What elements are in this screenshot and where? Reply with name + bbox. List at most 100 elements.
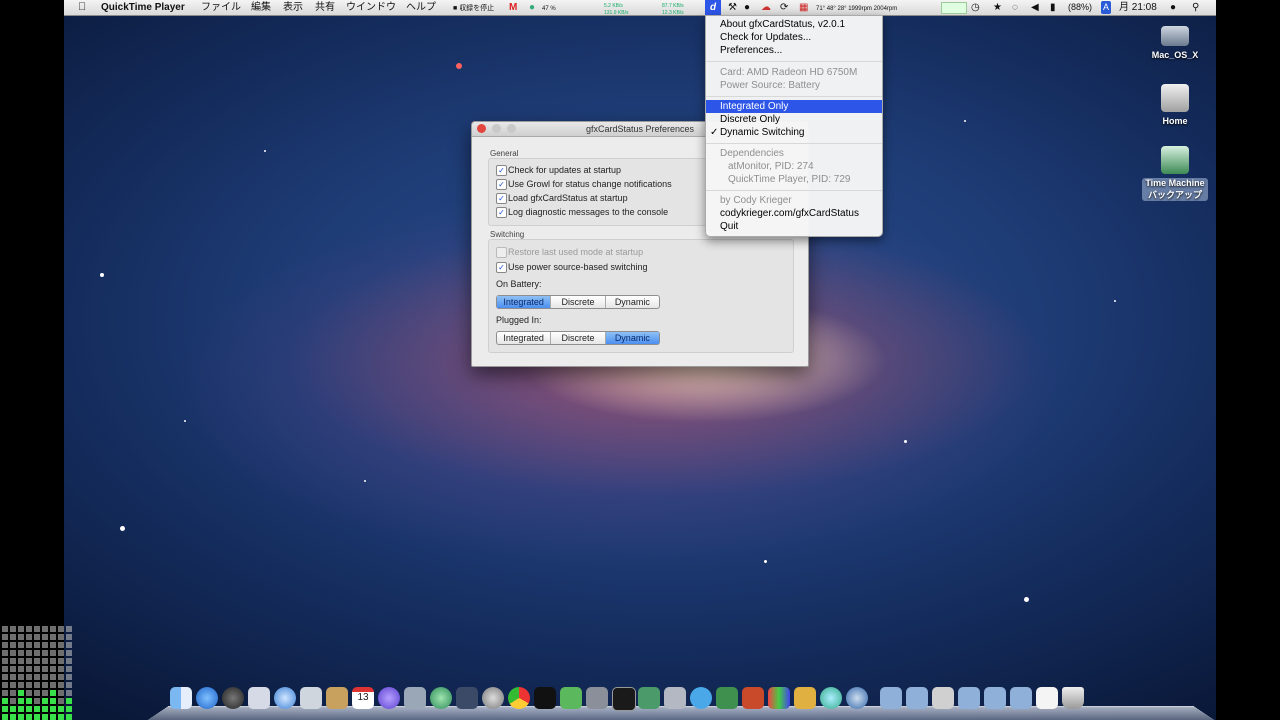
hard-drive-icon[interactable]: Mac_OS_X xyxy=(1140,26,1210,60)
menu-item-website[interactable]: codykrieger.com/gfxCardStatus xyxy=(706,207,882,220)
battery-discrete-segment[interactable]: Discrete xyxy=(551,296,606,308)
iphoto-icon[interactable] xyxy=(404,687,426,709)
menu-item-discrete-only[interactable]: Discrete Only xyxy=(706,113,882,126)
battery-integrated-segment[interactable]: Integrated xyxy=(497,296,552,308)
plugged-integrated-segment[interactable]: Integrated xyxy=(497,332,552,344)
menu-share[interactable]: 共有 xyxy=(315,1,335,14)
tool-icon[interactable]: ⚒ xyxy=(728,1,737,14)
menu-file[interactable]: ファイル xyxy=(201,1,241,14)
folder-downloads-icon[interactable] xyxy=(958,687,980,709)
input-method-icon[interactable]: A xyxy=(1101,1,1111,14)
ical-icon[interactable]: 13 xyxy=(352,687,374,709)
check-updates-checkbox[interactable]: ✓ xyxy=(496,165,507,176)
mission-control-icon[interactable] xyxy=(456,687,478,709)
desktop:  QuickTime Player ファイル 編集 表示 共有 ウインドウ ヘ… xyxy=(64,0,1216,720)
meter-segment xyxy=(66,642,72,648)
plugged-discrete-segment[interactable]: Discrete xyxy=(551,332,606,344)
stop-recording-item[interactable]: ■ 収録を停止 xyxy=(453,2,494,15)
menu-view[interactable]: 表示 xyxy=(283,1,303,14)
menu-item-about[interactable]: About gfxCardStatus, v2.0.1 xyxy=(706,18,882,31)
meter-segment xyxy=(66,650,72,656)
cloud-icon[interactable]: ☁ xyxy=(761,1,771,14)
activity-monitor-icon[interactable] xyxy=(534,687,556,709)
dashboard-icon[interactable] xyxy=(222,687,244,709)
star xyxy=(364,480,366,482)
activity-graph-icon[interactable] xyxy=(941,2,967,14)
network-icon[interactable] xyxy=(846,687,868,709)
system-preferences-icon[interactable] xyxy=(482,687,504,709)
menu-item-integrated-only[interactable]: Integrated Only xyxy=(706,100,882,113)
time-machine-backup-icon[interactable]: Time Machine バックアップ xyxy=(1140,146,1210,201)
time-machine-icon[interactable]: ◷ xyxy=(971,1,980,14)
refresh-icon[interactable]: ⟳ xyxy=(780,1,788,14)
folder-icon[interactable] xyxy=(1010,687,1032,709)
battery-icon[interactable]: ▮ xyxy=(1050,1,1056,14)
apple-menu-icon[interactable]:  xyxy=(78,1,86,14)
home-folder-icon[interactable]: Home xyxy=(1140,84,1210,126)
numbers-icon[interactable] xyxy=(716,687,738,709)
folder-icon[interactable] xyxy=(984,687,1006,709)
home-folder-label: Home xyxy=(1162,116,1188,126)
bluetooth-icon[interactable]: ★ xyxy=(993,1,1002,14)
utilities-icon[interactable] xyxy=(664,687,686,709)
meter-segment xyxy=(66,682,72,688)
menu-item-power-source-label: Power Source: Battery xyxy=(720,80,821,91)
cpu-readout[interactable]: 47 % xyxy=(542,3,556,16)
itunes-icon[interactable] xyxy=(430,687,452,709)
menu-item-card-info-label: Card: AMD Radeon HD 6750M xyxy=(720,67,858,78)
finder-icon[interactable] xyxy=(170,687,192,709)
menu-item-preferences[interactable]: Preferences... xyxy=(706,44,882,57)
user-icon[interactable]: ● xyxy=(1170,1,1176,14)
menu-help[interactable]: ヘルプ xyxy=(406,1,436,14)
photo-app-icon[interactable] xyxy=(378,687,400,709)
trash-icon[interactable] xyxy=(1062,687,1084,709)
keynote-icon[interactable] xyxy=(742,687,764,709)
menu-item-quit[interactable]: Quit xyxy=(706,220,882,233)
clock[interactable]: 月 21:08 xyxy=(1119,1,1157,14)
address-book-icon[interactable] xyxy=(326,687,348,709)
load-at-startup-checkbox[interactable]: ✓ xyxy=(496,193,507,204)
home-icon[interactable] xyxy=(932,687,954,709)
power-switching-checkbox[interactable]: ✓ xyxy=(496,262,507,273)
camera-icon[interactable] xyxy=(586,687,608,709)
chrome-icon[interactable] xyxy=(508,687,530,709)
menu-window[interactable]: ウインドウ xyxy=(346,1,396,14)
use-growl-label: Use Growl for status change notification… xyxy=(508,179,672,189)
load-at-startup-label: Load gfxCardStatus at startup xyxy=(508,193,628,203)
use-growl-checkbox[interactable]: ✓ xyxy=(496,179,507,190)
terminal-icon[interactable] xyxy=(612,687,636,711)
folder-applications-icon[interactable] xyxy=(880,687,902,709)
pages-icon[interactable] xyxy=(794,687,816,709)
volume-icon[interactable]: ◀ xyxy=(1031,1,1039,14)
plugged-dynamic-segment[interactable]: Dynamic xyxy=(605,332,659,344)
folder-documents-icon[interactable] xyxy=(906,687,928,709)
wifi-icon[interactable]: ◌ xyxy=(1012,1,1018,14)
menu-item-check-updates[interactable]: Check for Updates... xyxy=(706,31,882,44)
screen-sharing-icon[interactable] xyxy=(638,687,660,709)
meter-segment xyxy=(18,658,24,664)
chart-app-icon[interactable] xyxy=(768,687,790,709)
meter-segment xyxy=(10,706,16,712)
on-battery-label: On Battery: xyxy=(496,279,542,289)
app-store-icon[interactable] xyxy=(196,687,218,709)
safari-icon[interactable] xyxy=(274,687,296,709)
document-icon[interactable] xyxy=(1036,687,1058,709)
speaker-icon[interactable]: ● xyxy=(744,1,750,14)
evernote-icon[interactable] xyxy=(560,687,582,709)
battery-readout[interactable]: (88%) xyxy=(1068,1,1092,14)
menu-item-dynamic-switching[interactable]: ✓ Dynamic Switching xyxy=(706,126,882,139)
menu-app-name[interactable]: QuickTime Player xyxy=(101,1,185,14)
log-diagnostics-checkbox[interactable]: ✓ xyxy=(496,207,507,218)
sync-icon[interactable]: ● xyxy=(529,1,535,14)
battery-dynamic-segment[interactable]: Dynamic xyxy=(606,296,659,308)
mail-icon[interactable] xyxy=(300,687,322,709)
preview-icon[interactable] xyxy=(248,687,270,709)
downloader-icon[interactable] xyxy=(820,687,842,709)
twitter-icon[interactable] xyxy=(690,687,712,709)
gfxcardstatus-icon[interactable]: d xyxy=(705,0,721,15)
calendar-icon[interactable]: ▦ xyxy=(799,1,808,14)
meter-segment xyxy=(42,642,48,648)
gmail-icon[interactable]: M xyxy=(509,1,517,14)
spotlight-search-icon[interactable]: ⚲ xyxy=(1192,1,1199,14)
menu-edit[interactable]: 編集 xyxy=(251,1,271,14)
